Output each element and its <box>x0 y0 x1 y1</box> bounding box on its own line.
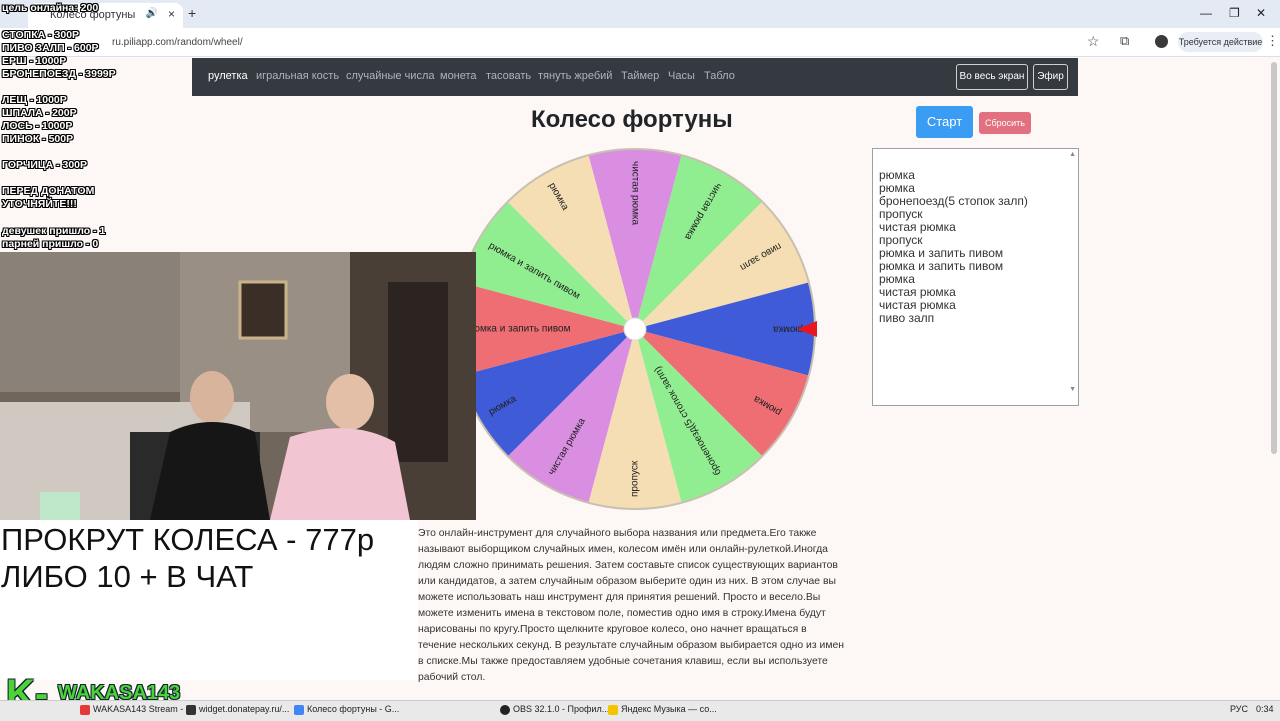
fullscreen-button[interactable]: Во весь экран <box>956 64 1028 90</box>
promo-line-1: ПРОКРУТ КОЛЕСА - 777р <box>1 522 375 557</box>
profile-avatar[interactable] <box>1155 35 1168 48</box>
promo-panel: ПРОКРУТ КОЛЕСА - 777р ЛИБО 10 + В ЧАТ <box>0 520 418 680</box>
new-tab-button[interactable]: + <box>188 5 196 21</box>
nav-scoreboard[interactable]: Табло <box>704 70 735 82</box>
nav-draw-lots[interactable]: тянуть жребий <box>538 70 612 82</box>
wheel-center-hub[interactable] <box>623 317 647 341</box>
chrome-icon <box>80 704 90 715</box>
speaker-icon[interactable]: 🔊 <box>146 8 158 19</box>
minimize-icon[interactable]: — <box>1200 6 1212 20</box>
overlay-warning-line: УТОЧНЯЙТЕ!!! <box>2 198 77 210</box>
language-indicator[interactable]: РУС <box>1230 704 1248 714</box>
browser-menu-icon[interactable]: ⋮ <box>1266 33 1279 49</box>
nav-coin[interactable]: монета <box>440 70 477 82</box>
restore-icon[interactable]: ❐ <box>1229 6 1240 20</box>
yandex-music-icon <box>608 704 618 715</box>
taskbar-item-donatepay[interactable]: widget.donatepay.ru/... <box>186 704 289 719</box>
overlay-warning-line: ПЕРЕД ДОНАТОМ <box>2 185 95 197</box>
action-required-chip[interactable]: Требуется действие <box>1178 32 1263 52</box>
overlay-price-line: ПИВО ЗАЛП - 600Р <box>2 42 99 54</box>
obs-icon <box>500 704 510 715</box>
overlay-price-line: ЛЕЩ - 1000Р <box>2 94 67 106</box>
wheel-segment-label: чистая рюмка <box>629 161 640 225</box>
description-text: Это онлайн-инструмент для случайного выб… <box>418 528 844 683</box>
nav-shuffle[interactable]: тасовать <box>486 70 531 82</box>
live-button[interactable]: Эфир <box>1033 64 1068 90</box>
webcam-image <box>0 252 476 520</box>
wheel-segment-label: рюмка и запить пивом <box>467 324 571 335</box>
nav-clock[interactable]: Часы <box>668 70 695 82</box>
overlay-girls-count: девушек пришло - 1 <box>2 225 106 237</box>
overlay-price-line: БРОНЕПОЕЗД - 3999Р <box>2 68 116 80</box>
chrome-icon <box>294 704 304 715</box>
webcam-feed <box>0 252 476 520</box>
close-window-icon[interactable]: ✕ <box>1256 6 1266 20</box>
fortune-wheel[interactable]: чистая рюмка чистая рюмкапиво залпрюмкарю… <box>445 140 825 520</box>
taskbar-item-obs[interactable]: OBS 32.1.0 - Профил... <box>500 704 609 719</box>
bookmark-star-icon[interactable]: ☆ <box>1087 33 1100 50</box>
overlay-price-line: СТОПКА - 300Р <box>2 29 80 41</box>
nav-dice[interactable]: игральная кость <box>256 70 339 82</box>
extensions-icon[interactable]: ⧉ <box>1120 33 1129 49</box>
promo-line-2: ЛИБО 10 + В ЧАТ <box>1 559 254 594</box>
overlay-online-goal: цель онлайна: 200 <box>2 2 99 14</box>
tab-close-icon[interactable]: × <box>168 7 175 21</box>
start-button[interactable]: Старт <box>916 106 973 138</box>
taskbar: WAKASA143 Stream - ... widget.donatepay.… <box>0 700 1280 721</box>
name-line: пиво залп <box>879 311 935 325</box>
overlay-price-line: ШПАЛА - 200Р <box>2 107 77 119</box>
nav-random-numbers[interactable]: случайные числа <box>346 70 434 82</box>
taskbar-item-wheel[interactable]: Колесо фортуны - G... <box>294 704 399 719</box>
page-scrollbar[interactable] <box>1271 62 1277 454</box>
scroll-down-icon[interactable]: ▼ <box>1069 386 1076 393</box>
reset-button[interactable]: Сбросить <box>979 112 1031 134</box>
site-navbar: рулетка игральная кость случайные числа … <box>192 58 1078 96</box>
wheel-segment-label: пропуск <box>630 460 641 497</box>
app-icon <box>186 704 196 715</box>
nav-timer[interactable]: Таймер <box>621 70 659 82</box>
overlay-price-line: ЛОСЬ - 1000Р <box>2 120 73 132</box>
taskbar-item-yandex-music[interactable]: Яндекс Музыка — со... <box>608 704 717 719</box>
overlay-price-line: ГОРЧИЦА - 300Р <box>2 159 88 171</box>
address-bar[interactable]: ru.piliapp.com/random/wheel/ <box>112 37 243 48</box>
scroll-up-icon[interactable]: ▲ <box>1069 151 1076 158</box>
clock[interactable]: 0:34 <box>1256 704 1274 714</box>
page-title: Колесо фортуны <box>531 106 733 133</box>
overlay-price-line: ЕРШ - 1000Р <box>2 55 67 67</box>
nav-roulette[interactable]: рулетка <box>208 70 248 82</box>
names-textarea[interactable]: рюмка рюмка бронепоезд(5 стопок залп) пр… <box>872 148 1079 406</box>
overlay-guys-count: парней пришло - 0 <box>2 238 99 250</box>
taskbar-item-stream[interactable]: WAKASA143 Stream - ... <box>80 704 193 719</box>
overlay-price-line: ПИНОК - 500Р <box>2 133 74 145</box>
